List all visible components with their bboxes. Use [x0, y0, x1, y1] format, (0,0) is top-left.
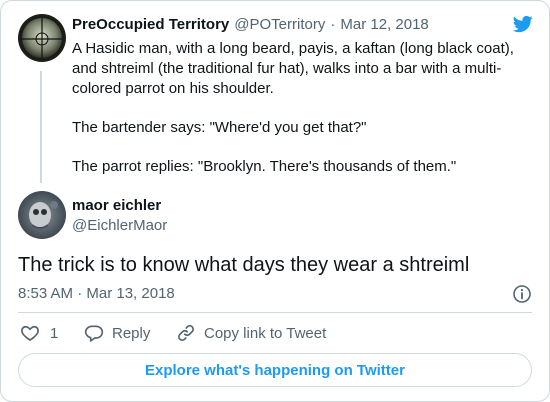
author-name[interactable]: PreOccupied Territory: [72, 16, 229, 33]
reply-label: Reply: [112, 324, 151, 342]
quoted-paragraph: A Hasidic man, with a long beard, payis,…: [72, 40, 514, 97]
explore-label: Explore what's happening on Twitter: [145, 361, 405, 379]
avatar-maor-eichler[interactable]: [18, 191, 66, 239]
quoted-paragraph: The parrot replies: "Brooklyn. There's t…: [72, 158, 457, 175]
avatar-preoccupied-territory[interactable]: [18, 14, 66, 62]
quoted-tweet-header: PreOccupied Territory @POTerritory · Mar…: [72, 16, 429, 33]
thread-connector-line: [40, 71, 42, 183]
reply-author-handle[interactable]: @EichlerMaor: [72, 217, 167, 234]
reply-button[interactable]: Reply: [84, 323, 150, 343]
tweet-embed-card: PreOccupied Territory @POTerritory · Mar…: [0, 0, 550, 402]
link-icon: [176, 323, 196, 343]
copy-link-button[interactable]: Copy link to Tweet: [176, 323, 326, 343]
reply-bubble-icon: [84, 323, 104, 343]
quoted-tweet-text: A Hasidic man, with a long beard, payis,…: [72, 39, 532, 177]
like-count: 1: [50, 324, 59, 342]
tweet-date[interactable]: Mar 12, 2018: [340, 16, 428, 33]
meta-separator: ·: [330, 16, 336, 33]
twitter-bird-icon[interactable]: [512, 14, 534, 34]
reply-timestamp[interactable]: 8:53 AM · Mar 13, 2018: [18, 285, 175, 302]
explore-twitter-button[interactable]: Explore what's happening on Twitter: [18, 353, 532, 387]
info-icon[interactable]: [512, 284, 532, 304]
reply-tweet-text: The trick is to know what days they wear…: [18, 254, 470, 276]
heart-icon: [20, 323, 40, 343]
divider: [18, 312, 532, 313]
copy-link-label: Copy link to Tweet: [204, 324, 327, 342]
quoted-paragraph: The bartender says: "Where'd you get tha…: [72, 119, 367, 136]
like-button[interactable]: 1: [20, 323, 58, 343]
reply-author-name[interactable]: maor eichler: [72, 197, 161, 214]
author-handle[interactable]: @POTerritory: [234, 16, 325, 33]
